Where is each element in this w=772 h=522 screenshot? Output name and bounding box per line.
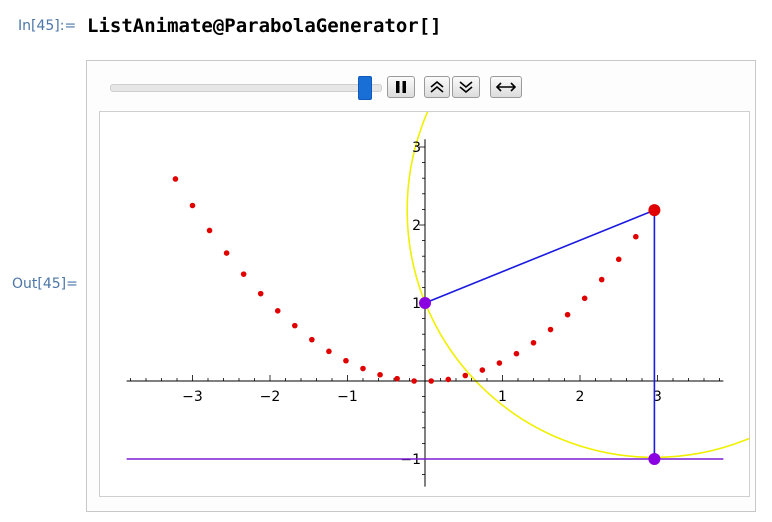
parabola-point xyxy=(445,376,452,383)
x-tick-label: 2 xyxy=(576,389,585,405)
parabola-point xyxy=(172,176,179,182)
directrix-foot-point xyxy=(648,453,661,465)
parabola-point xyxy=(377,371,383,378)
parabola-point xyxy=(394,375,400,382)
focus-circle xyxy=(406,112,749,459)
x-tick-label: −3 xyxy=(182,389,203,405)
parabola-point xyxy=(479,367,486,373)
parabola-point xyxy=(564,311,571,318)
x-tick-label: −2 xyxy=(260,389,281,405)
parabola-point xyxy=(513,350,520,357)
parabola-point xyxy=(223,250,230,256)
parabola-point xyxy=(547,326,554,333)
parabola-point xyxy=(462,372,469,379)
parabola-point xyxy=(189,202,196,209)
parabola-point xyxy=(598,276,605,283)
parabola-plot: −3 −2 −1 1 2 3−1123 xyxy=(126,112,749,487)
parabola-point xyxy=(496,360,503,366)
parabola-point xyxy=(581,295,588,302)
parabola-point xyxy=(615,256,622,263)
focus-point xyxy=(419,297,431,309)
parabola-point xyxy=(240,271,247,277)
parabola-point xyxy=(411,378,417,384)
x-tick-label: −1 xyxy=(337,389,358,405)
parabola-point xyxy=(274,308,281,314)
parabola-point xyxy=(530,339,537,346)
y-tick-label: 3 xyxy=(412,140,421,156)
y-tick-label: 2 xyxy=(412,218,421,234)
y-tick-label: −1 xyxy=(400,452,421,468)
parabola-point xyxy=(428,378,435,384)
moving-point xyxy=(648,204,661,217)
parabola-point xyxy=(360,365,366,372)
parabola-point xyxy=(257,290,264,297)
parabola-point xyxy=(206,227,213,234)
parabola-point xyxy=(292,322,298,329)
parabola-point xyxy=(343,357,349,364)
parabola-point xyxy=(326,348,332,355)
x-tick-label: 1 xyxy=(498,389,507,405)
focus-to-point-line xyxy=(424,209,655,304)
parabola-point xyxy=(309,336,315,343)
parabola-point xyxy=(633,233,639,240)
